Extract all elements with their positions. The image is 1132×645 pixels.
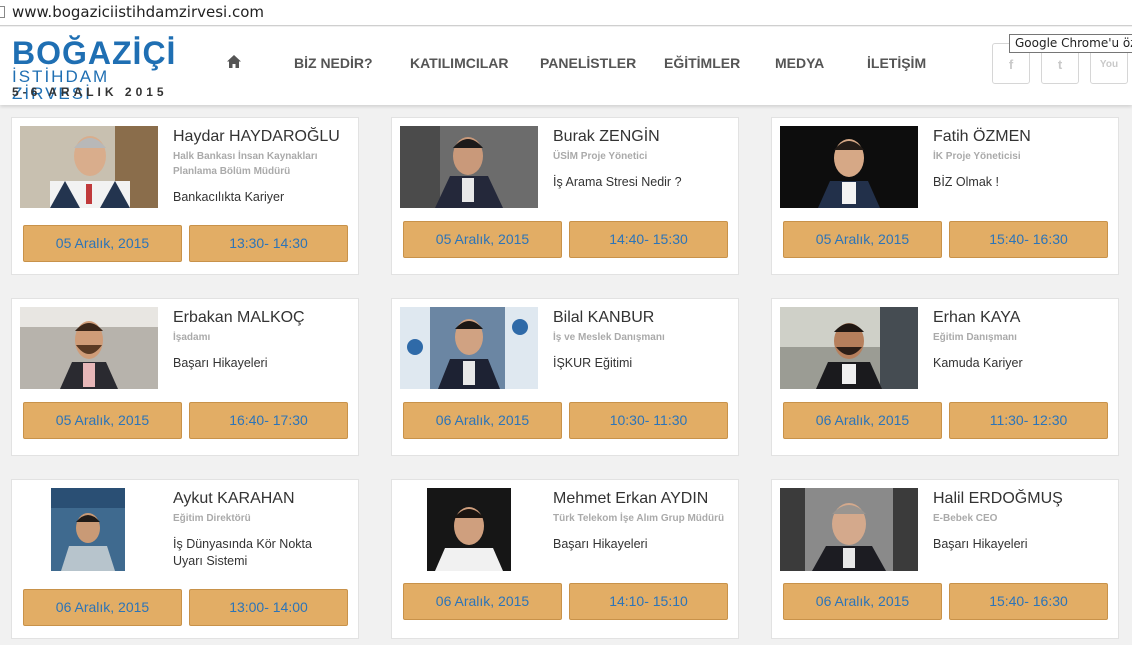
speaker-topic: İŞKUR Eğitimi [553, 356, 633, 370]
speaker-card: Bilal KANBUR İş ve Meslek Danışmanı İŞKU… [391, 298, 739, 456]
speaker-photo [780, 126, 918, 208]
page-icon [0, 6, 5, 18]
speaker-name: Haydar HAYDAROĞLU [173, 128, 340, 145]
time-button[interactable]: 14:10- 15:10 [569, 583, 728, 620]
nav-medya[interactable]: MEDYA [775, 55, 824, 71]
speaker-topic: Başarı Hikayeleri [553, 537, 648, 551]
speaker-photo [400, 307, 538, 389]
time-button[interactable]: 16:40- 17:30 [189, 402, 348, 439]
nav-katilimcilar[interactable]: KATILIMCILAR [410, 55, 509, 71]
speaker-role: Halk Bankası İnsan Kaynakları Planlama B… [173, 151, 318, 177]
speaker-photo [780, 488, 918, 571]
speaker-role: İK Proje Yöneticisi [933, 151, 1021, 162]
browser-tooltip: Google Chrome'u özel [1009, 34, 1132, 53]
speaker-role: ÜSİM Proje Yönetici [553, 151, 648, 162]
speaker-photo [400, 126, 538, 208]
date-button[interactable]: 05 Aralık, 2015 [783, 221, 942, 258]
speaker-card: Erhan KAYA Eğitim Danışmanı Kamuda Kariy… [771, 298, 1119, 456]
speaker-topic: Başarı Hikayeleri [173, 356, 268, 370]
home-icon[interactable] [227, 55, 241, 68]
speaker-role: Türk Telekom İşe Alım Grup Müdürü [553, 513, 725, 524]
speaker-role: İşadamı [173, 332, 211, 343]
speaker-name: Aykut KARAHAN [173, 490, 295, 507]
nav-biz-nedir[interactable]: BİZ NEDİR? [294, 55, 373, 71]
speaker-photo [427, 488, 511, 571]
browser-address-bar[interactable]: www.bogaziciistihdamzirvesi.com [0, 0, 1132, 26]
nav-iletisim[interactable]: İLETİŞİM [867, 55, 926, 71]
speaker-role: İş ve Meslek Danışmanı [553, 332, 665, 343]
speaker-card: Haydar HAYDAROĞLU Halk Bankası İnsan Kay… [11, 117, 359, 275]
nav-panelistler[interactable]: PANELİSTLER [540, 55, 636, 71]
speaker-photo [20, 126, 158, 208]
speaker-card: Burak ZENGİN ÜSİM Proje Yönetici İş Aram… [391, 117, 739, 275]
speaker-name: Fatih ÖZMEN [933, 128, 1031, 145]
speaker-card: Fatih ÖZMEN İK Proje Yöneticisi BİZ Olma… [771, 117, 1119, 275]
time-button[interactable]: 13:00- 14:00 [189, 589, 348, 626]
speaker-topic: İş Dünyasında Kör Nokta Uyarı Sistemi [173, 537, 312, 568]
speaker-name: Burak ZENGİN [553, 128, 660, 145]
url-text[interactable]: www.bogaziciistihdamzirvesi.com [12, 3, 264, 21]
speaker-card: Mehmet Erkan AYDIN Türk Telekom İşe Alım… [391, 479, 739, 639]
speaker-card: Halil ERDOĞMUŞ E-Bebek CEO Başarı Hikaye… [771, 479, 1119, 639]
time-button[interactable]: 10:30- 11:30 [569, 402, 728, 439]
logo-date: 5-6 ARALIK 2015 [12, 85, 168, 99]
speaker-role: Eğitim Direktörü [173, 513, 251, 524]
speaker-topic: Bankacılıkta Kariyer [173, 190, 285, 204]
time-button[interactable]: 11:30- 12:30 [949, 402, 1108, 439]
nav-egitimler[interactable]: EĞİTİMLER [664, 55, 740, 71]
date-button[interactable]: 05 Aralık, 2015 [23, 402, 182, 439]
speaker-name: Erhan KAYA [933, 309, 1021, 326]
speaker-name: Bilal KANBUR [553, 309, 655, 326]
speaker-photo [20, 307, 158, 389]
time-button[interactable]: 15:40- 16:30 [949, 583, 1108, 620]
speaker-topic: İş Arama Stresi Nedir ? [553, 175, 682, 189]
time-button[interactable]: 14:40- 15:30 [569, 221, 728, 258]
time-button[interactable]: 13:30- 14:30 [189, 225, 348, 262]
site-header: BOĞAZİÇİ İSTİHDAM ZİRVESİ 5-6 ARALIK 201… [0, 27, 1132, 105]
date-button[interactable]: 05 Aralık, 2015 [403, 221, 562, 258]
site-logo[interactable]: BOĞAZİÇİ İSTİHDAM ZİRVESİ 5-6 ARALIK 201… [12, 35, 182, 102]
date-button[interactable]: 06 Aralık, 2015 [403, 583, 562, 620]
speaker-role: E-Bebek CEO [933, 513, 998, 524]
date-button[interactable]: 06 Aralık, 2015 [783, 402, 942, 439]
speaker-photo [780, 307, 918, 389]
speaker-topic: Kamuda Kariyer [933, 356, 1023, 370]
time-button[interactable]: 15:40- 16:30 [949, 221, 1108, 258]
speaker-topic: Başarı Hikayeleri [933, 537, 1028, 551]
speaker-name: Halil ERDOĞMUŞ [933, 490, 1063, 507]
speaker-card: Erbakan MALKOÇ İşadamı Başarı Hikayeleri… [11, 298, 359, 456]
date-button[interactable]: 05 Aralık, 2015 [23, 225, 182, 262]
speaker-role: Eğitim Danışmanı [933, 332, 1017, 343]
speaker-topic: BİZ Olmak ! [933, 175, 999, 189]
date-button[interactable]: 06 Aralık, 2015 [23, 589, 182, 626]
date-button[interactable]: 06 Aralık, 2015 [403, 402, 562, 439]
speaker-card: Aykut KARAHAN Eğitim Direktörü İş Dünyas… [11, 479, 359, 639]
logo-title: BOĞAZİÇİ [12, 35, 177, 71]
date-button[interactable]: 06 Aralık, 2015 [783, 583, 942, 620]
speaker-name: Mehmet Erkan AYDIN [553, 490, 709, 507]
speaker-photo [51, 488, 125, 571]
speaker-name: Erbakan MALKOÇ [173, 309, 305, 326]
